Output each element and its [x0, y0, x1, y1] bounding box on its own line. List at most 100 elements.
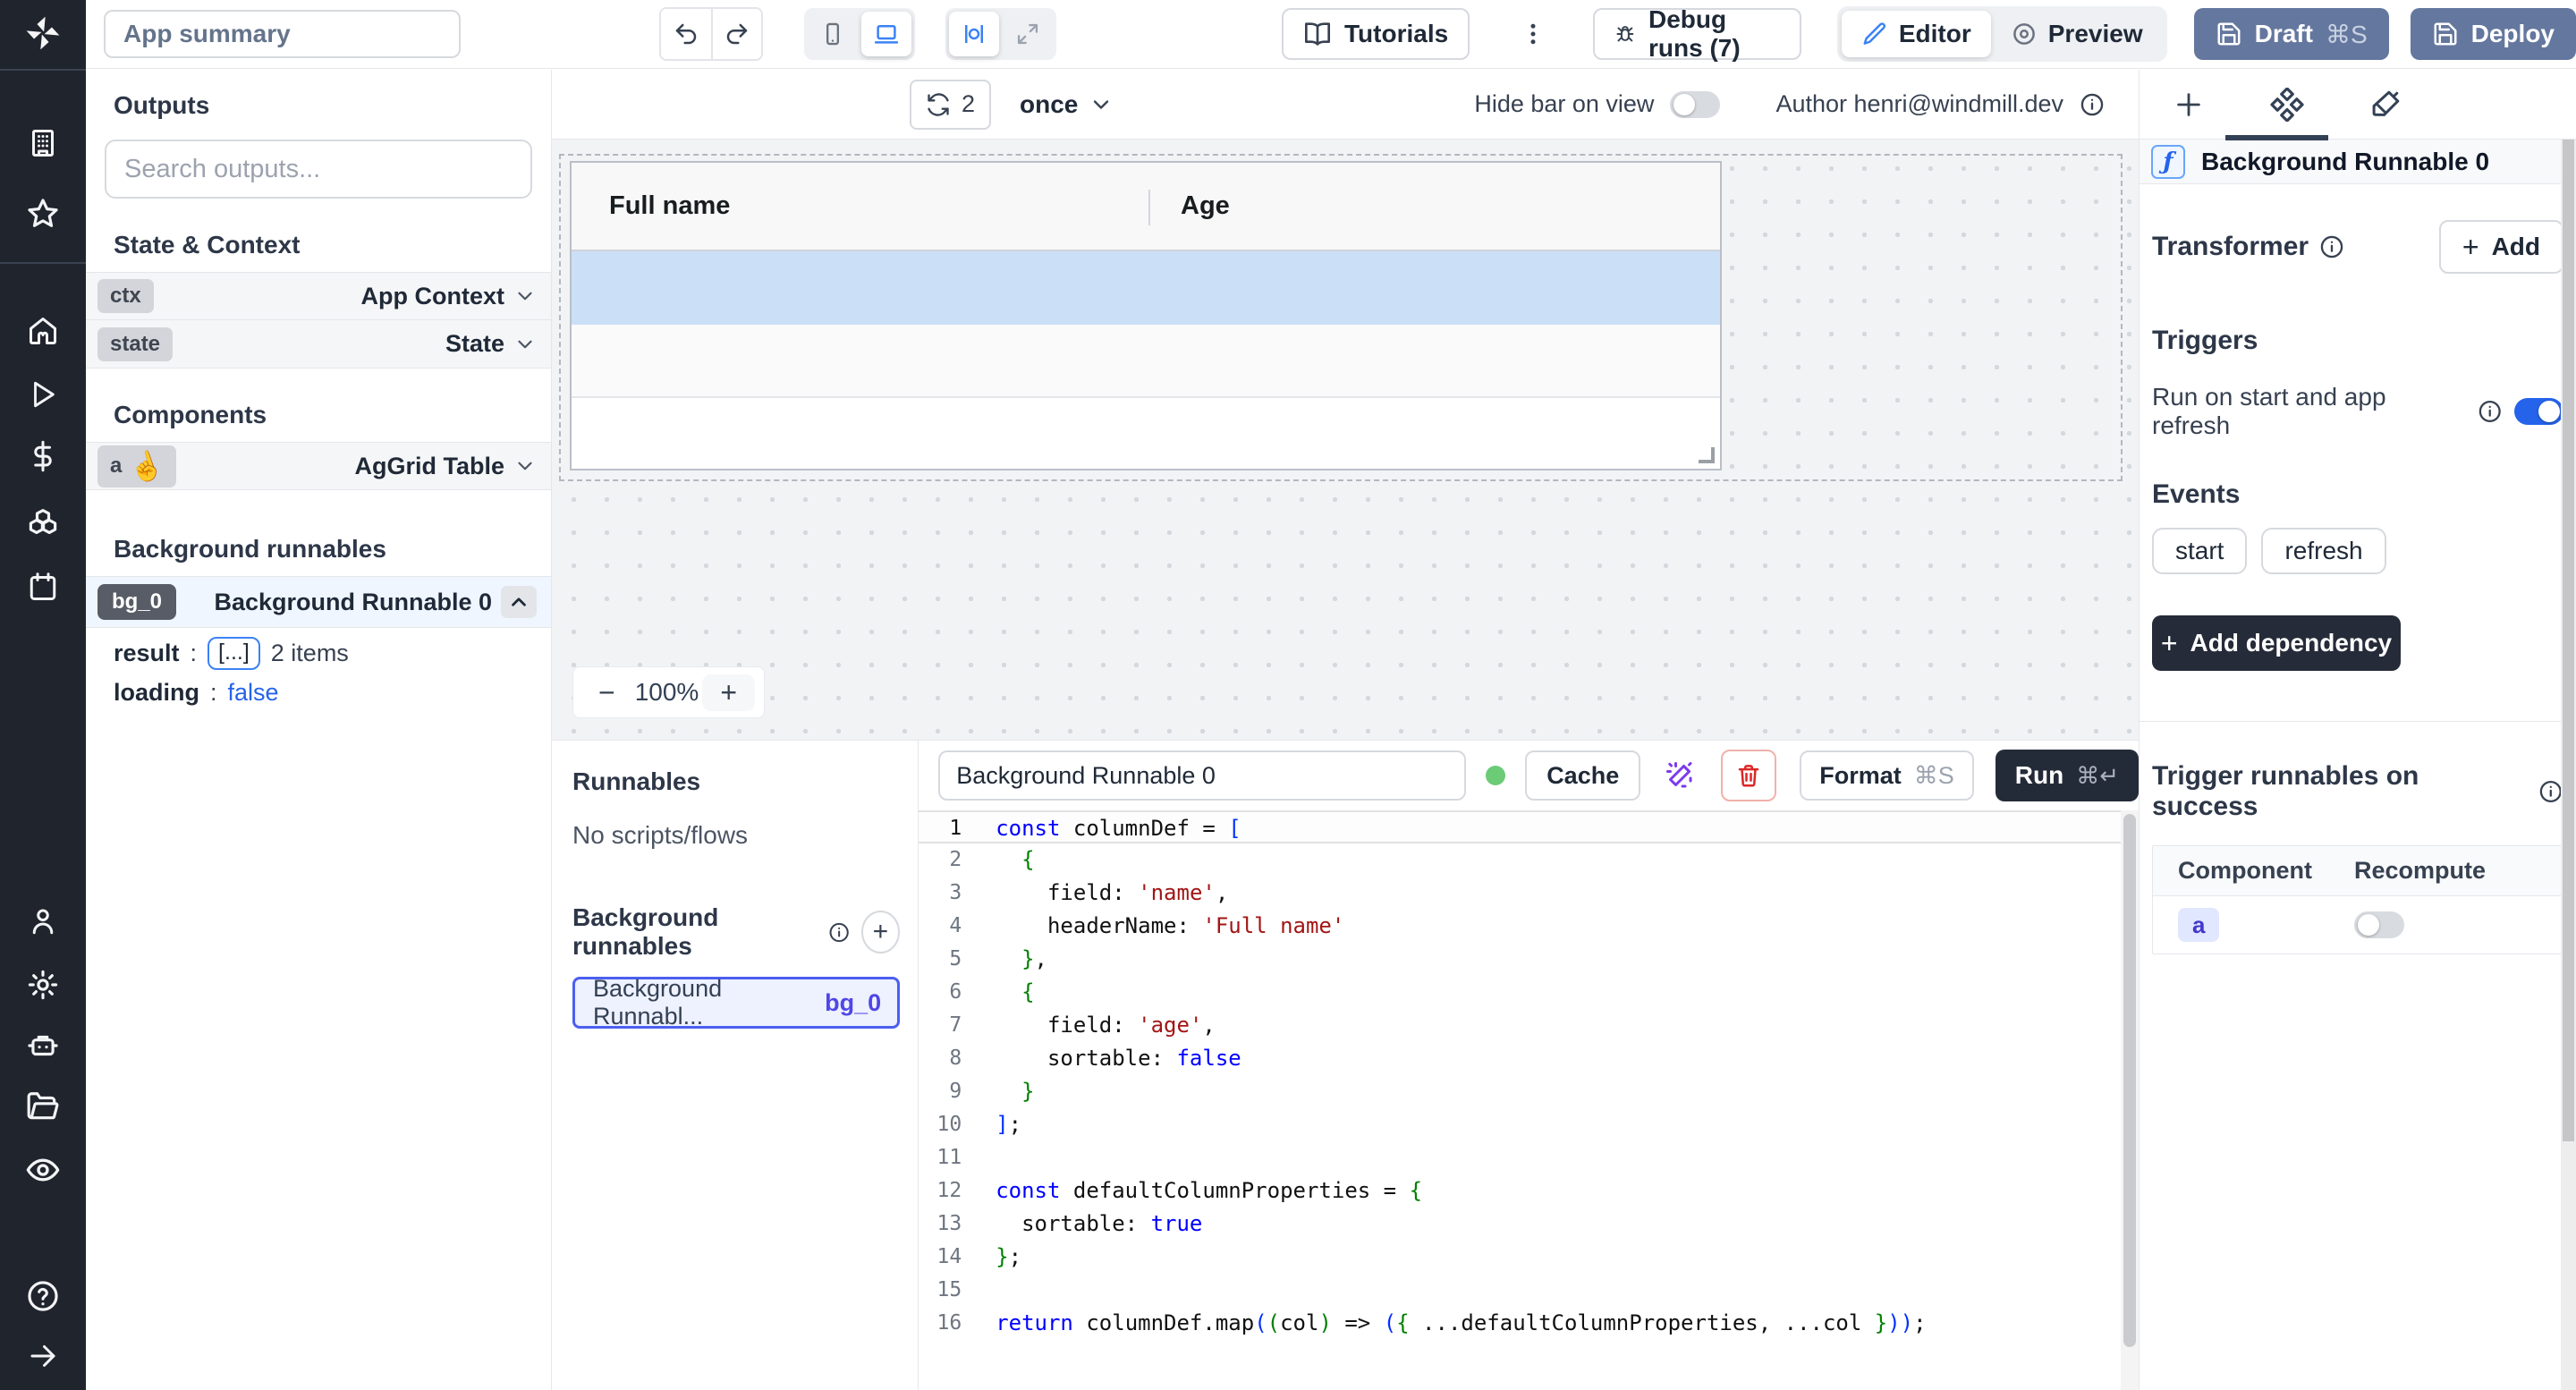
- state-row[interactable]: state State: [86, 320, 551, 369]
- hide-bar-toggle[interactable]: [1670, 91, 1720, 118]
- code-line-13[interactable]: 13 sortable: true: [919, 1208, 2121, 1241]
- code-line-10[interactable]: 10];: [919, 1108, 2121, 1141]
- aggrid-header-fullname[interactable]: Full name: [572, 191, 1148, 221]
- draft-label: Draft: [2255, 20, 2313, 48]
- add-background-runnable-button[interactable]: +: [861, 911, 901, 954]
- mobile-view-button[interactable]: [808, 12, 858, 56]
- save-icon: [2432, 21, 2459, 47]
- delete-runnable-button[interactable]: [1721, 750, 1776, 801]
- code-line-11[interactable]: 11: [919, 1141, 2121, 1174]
- zoom-out-button[interactable]: −: [582, 676, 631, 709]
- add-dependency-button[interactable]: + Add dependency: [2152, 615, 2401, 671]
- bg0-row[interactable]: bg_0 Background Runnable 0: [86, 576, 551, 628]
- settings-gear-icon[interactable]: [26, 968, 60, 1002]
- undo-button[interactable]: [661, 9, 711, 59]
- resize-handle[interactable]: [1699, 447, 1715, 463]
- audit-eye-icon[interactable]: [25, 1152, 61, 1188]
- code-line-16[interactable]: 16return columnDef.map((col) => ({ ...de…: [919, 1307, 2121, 1340]
- code-line-9[interactable]: 9 }: [919, 1075, 2121, 1108]
- code-line-7[interactable]: 7 field: 'age',: [919, 1009, 2121, 1042]
- tutorials-button[interactable]: Tutorials: [1282, 8, 1470, 60]
- refresh-count-button[interactable]: 2: [910, 80, 991, 130]
- info-icon: [2080, 92, 2105, 117]
- aggrid-row-selected[interactable]: [572, 251, 1720, 325]
- component-diamonds-icon: [2270, 88, 2304, 122]
- zoom-in-button[interactable]: +: [702, 674, 755, 711]
- help-icon[interactable]: [26, 1279, 60, 1313]
- users-icon[interactable]: [27, 905, 59, 937]
- add-label: Add: [2492, 233, 2540, 261]
- preview-tab[interactable]: Preview: [1991, 11, 2163, 57]
- search-outputs-input[interactable]: Search outputs...: [105, 140, 532, 199]
- run-button[interactable]: Run ⌘↵: [1996, 750, 2139, 801]
- hide-bar-label: Hide bar on view: [1474, 90, 1654, 118]
- canvas-toolbar: 2 once Hide bar on view Author henri@win…: [552, 70, 2139, 140]
- runs-play-icon[interactable]: [28, 379, 58, 410]
- app-summary-input[interactable]: App summary: [104, 10, 461, 58]
- desktop-view-button[interactable]: [861, 12, 911, 56]
- component-a-chip[interactable]: a: [2178, 908, 2219, 942]
- debug-runs-button[interactable]: Debug runs (7): [1593, 8, 1801, 60]
- fullwidth-layout-button[interactable]: [1003, 12, 1053, 56]
- code-line-12[interactable]: 12const defaultColumnProperties = {: [919, 1174, 2121, 1208]
- draft-button[interactable]: Draft ⌘S: [2194, 8, 2389, 60]
- collapse-arrow-icon[interactable]: [27, 1340, 59, 1372]
- cache-button[interactable]: Cache: [1525, 750, 1640, 801]
- result-row: result: [...] 2 items: [86, 628, 551, 670]
- component-a-row[interactable]: a☝ AgGrid Table: [86, 442, 551, 490]
- code-line-8[interactable]: 8 sortable: false: [919, 1042, 2121, 1075]
- aggrid-table-component[interactable]: Full name Age: [570, 161, 1722, 470]
- resources-cubes-icon[interactable]: [26, 506, 60, 540]
- code-line-5[interactable]: 5 },: [919, 943, 2121, 976]
- code-line-4[interactable]: 4 headerName: 'Full name': [919, 910, 2121, 943]
- code-scrollbar[interactable]: [2121, 810, 2139, 1390]
- schedules-calendar-icon[interactable]: [27, 571, 59, 603]
- deploy-button[interactable]: Deploy: [2411, 8, 2576, 60]
- redo-button[interactable]: [711, 9, 761, 59]
- component-settings-tab[interactable]: [2238, 88, 2336, 122]
- aggrid-header-age[interactable]: Age: [1148, 191, 1230, 221]
- recompute-toggle[interactable]: [2354, 911, 2404, 938]
- styling-tab[interactable]: [2336, 89, 2435, 121]
- loading-value: false: [228, 679, 279, 707]
- ai-wand-button[interactable]: [1664, 759, 1696, 792]
- more-menu-button[interactable]: [1520, 21, 1546, 47]
- outputs-title: Outputs: [86, 70, 551, 120]
- code-line-2[interactable]: 2 {: [919, 843, 2121, 877]
- workspace-icon[interactable]: [27, 127, 59, 159]
- favorites-star-icon[interactable]: [26, 197, 60, 231]
- code-line-3[interactable]: 3 field: 'name',: [919, 877, 2121, 910]
- format-button[interactable]: Format ⌘S: [1800, 750, 1974, 801]
- home-icon[interactable]: [27, 315, 59, 347]
- code-line-14[interactable]: 14};: [919, 1241, 2121, 1274]
- refresh-mode-select[interactable]: once: [1020, 90, 1114, 119]
- run-on-start-toggle[interactable]: [2514, 398, 2563, 425]
- windmill-logo[interactable]: [22, 13, 64, 54]
- code-line-6[interactable]: 6 {: [919, 976, 2121, 1009]
- canvas-zoom-control: − 100% +: [572, 666, 765, 718]
- panel-scrollbar[interactable]: [2561, 140, 2576, 1390]
- code-line-1[interactable]: 1const columnDef = [: [919, 810, 2121, 843]
- collapse-chevron-button[interactable]: [501, 586, 537, 618]
- workers-robot-icon[interactable]: [26, 1029, 60, 1063]
- folders-icon[interactable]: [26, 1089, 60, 1123]
- variables-dollar-icon[interactable]: [27, 440, 59, 472]
- code-editor[interactable]: 1const columnDef = [2 {3 field: 'name',4…: [919, 810, 2121, 1390]
- result-expand-chip[interactable]: [...]: [208, 637, 260, 670]
- editor-tab[interactable]: Editor: [1842, 11, 1991, 57]
- pencil-icon: [1861, 21, 1888, 47]
- runnable-name-input[interactable]: Background Runnable 0: [938, 750, 1466, 801]
- runnables-title: Runnables: [572, 767, 900, 796]
- app-canvas[interactable]: Full name Age − 100% +: [552, 140, 2139, 740]
- insert-component-tab[interactable]: [2140, 89, 2238, 120]
- ctx-row[interactable]: ctx App Context: [86, 272, 551, 320]
- aggrid-row[interactable]: [572, 325, 1720, 398]
- table-row: a: [2153, 896, 2563, 954]
- bg-runnable-item-selected[interactable]: Background Runnabl... bg_0: [572, 977, 900, 1029]
- info-icon: [2478, 399, 2502, 424]
- add-transformer-button[interactable]: + Add: [2439, 220, 2563, 274]
- loading-key: loading: [114, 679, 199, 707]
- state-context-title: State & Context: [86, 199, 551, 272]
- code-line-15[interactable]: 15: [919, 1274, 2121, 1307]
- center-layout-button[interactable]: [949, 12, 999, 56]
